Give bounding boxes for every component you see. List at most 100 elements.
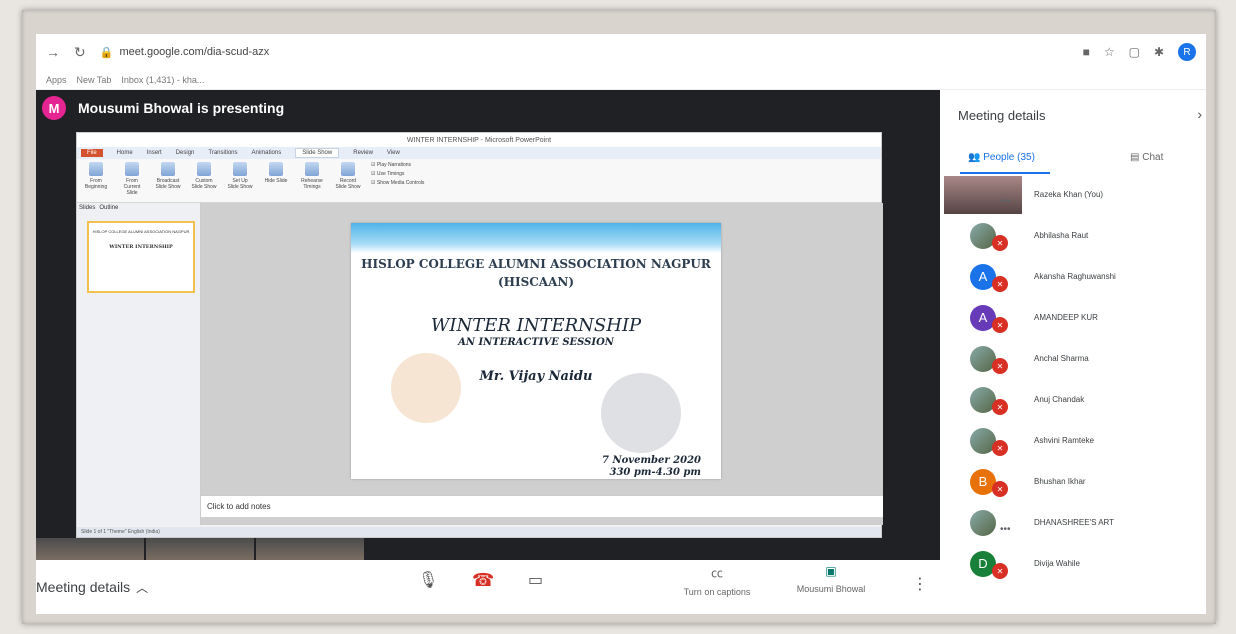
tab-chat[interactable]: ▤ Chat <box>1130 152 1163 163</box>
participant-name: Anchal Sharma <box>1034 354 1089 363</box>
bookmark-new-tab[interactable]: New Tab <box>77 75 112 85</box>
more-options-icon[interactable]: ⋮ <box>912 574 928 594</box>
from-current-button[interactable]: From Current Slide <box>119 162 145 199</box>
ppt-tab-insert[interactable]: Insert <box>147 150 162 156</box>
ppt-ribbon-tabs: File Home Insert Design Transitions Anim… <box>77 147 881 159</box>
meeting-details-button[interactable]: Meeting details <box>36 579 130 595</box>
participant-item[interactable]: ✕ Ashvini Ramteke <box>940 420 1206 461</box>
powerpoint-window: WINTER INTERNSHIP - Microsoft PowerPoint… <box>76 132 883 538</box>
presenting-text: Mousumi Bhowal is presenting <box>78 100 285 116</box>
camera-icon[interactable]: ▭ <box>528 570 543 590</box>
participant-video-thumb <box>944 175 1022 214</box>
slide-thumbnail[interactable]: HISLOP COLLEGE ALUMNI ASSOCIATION NAGPUR… <box>87 221 195 293</box>
chevron-up-icon[interactable]: ︿ <box>136 579 148 596</box>
from-beginning-button[interactable]: From Beginning <box>83 162 109 199</box>
panel-title: Meeting details <box>958 108 1046 123</box>
slides-tab[interactable]: Slides <box>79 205 95 211</box>
rehearse-button[interactable]: Rehearse Timings <box>299 162 325 199</box>
thumb-main: WINTER INTERNSHIP <box>109 244 173 250</box>
ppt-tab-slide-show[interactable]: Slide Show <box>295 148 340 158</box>
ppt-workspace: Slides Outline HISLOP COLLEGE ALUMNI ASS… <box>77 203 883 525</box>
thumb-title: HISLOP COLLEGE ALUMNI ASSOCIATION NAGPUR <box>92 229 190 234</box>
slide-thumbnails-pane: Slides Outline HISLOP COLLEGE ALUMNI ASS… <box>77 203 201 525</box>
slide-editor: HISLOP COLLEGE ALUMNI ASSOCIATION NAGPUR… <box>201 203 883 525</box>
reload-icon[interactable]: ↻ <box>74 44 86 61</box>
custom-show-button[interactable]: Custom Slide Show <box>191 162 217 199</box>
slideshow-icon <box>89 162 103 176</box>
extension-icon[interactable]: ▢ <box>1129 45 1140 59</box>
bookmark-apps[interactable]: Apps <box>46 75 67 85</box>
participant-item[interactable]: A ✕ Akansha Raghuwanshi <box>940 256 1206 297</box>
participant-list: ••• Razeka Khan (You) ✕ Abhilasha Raut A ✕ Aka… <box>940 174 1206 584</box>
slide-decoration <box>601 373 681 453</box>
profile-avatar[interactable]: R <box>1178 43 1196 61</box>
address-bar[interactable]: meet.google.com/dia-scud-azx <box>119 46 269 58</box>
media-controls-checkbox[interactable]: Show Media Controls <box>371 180 451 186</box>
record-button[interactable]: Record Slide Show <box>335 162 361 199</box>
participant-item[interactable]: ••• Razeka Khan (You) <box>940 174 1206 215</box>
ppt-ribbon: From Beginning From Current Slide Broadc… <box>77 159 881 203</box>
participant-item[interactable]: B ✕ Bhushan Ikhar <box>940 461 1206 502</box>
browser-toolbar: → ↻ 🔒 meet.google.com/dia-scud-azx ■ ☆ ▢… <box>36 34 1206 70</box>
play-narrations-checkbox[interactable]: Play Narrations <box>371 162 451 168</box>
mic-off-icon: ✕ <box>992 276 1008 292</box>
video-tile[interactable] <box>256 538 366 560</box>
record-icon <box>341 162 355 176</box>
ppt-tab-home[interactable]: Home <box>117 150 133 156</box>
setup-button[interactable]: Set Up Slide Show <box>227 162 253 199</box>
outline-tab[interactable]: Outline <box>99 205 118 211</box>
forward-icon[interactable]: → <box>46 44 60 60</box>
participant-item[interactable]: ✕ Anuj Chandak <box>940 379 1206 420</box>
slide-main-heading: WINTER INTERNSHIP <box>430 315 642 336</box>
participant-item[interactable]: D ✕ Divija Wahile <box>940 543 1206 584</box>
captions-button[interactable]: ㏄ Turn on captions <box>672 564 762 597</box>
hide-slide-button[interactable]: Hide Slide <box>263 162 289 199</box>
ppt-tab-design[interactable]: Design <box>176 150 195 156</box>
ppt-tab-file[interactable]: File <box>81 149 103 157</box>
participant-item[interactable]: A ✕ AMANDEEP KUR <box>940 297 1206 338</box>
custom-icon <box>197 162 211 176</box>
chevron-right-icon[interactable]: › <box>1197 106 1202 122</box>
more-dots-icon: ••• <box>1000 196 1011 207</box>
bookmarks-bar: Apps New Tab Inbox (1,431) - kha... <box>36 70 1206 90</box>
hide-icon <box>269 162 283 176</box>
panel-tabs: 👥 People (35) ▤ Chat <box>940 146 1206 174</box>
star-icon[interactable]: ☆ <box>1104 45 1115 59</box>
participant-item[interactable]: ••• DHANASHREE'S ART <box>940 502 1206 543</box>
microphone-icon[interactable]: 🎙 <box>418 570 438 590</box>
slide-subheading: AN INTERACTIVE SESSION <box>458 337 614 348</box>
current-slide[interactable]: HISLOP COLLEGE ALUMNI ASSOCIATION NAGPUR… <box>351 223 721 479</box>
presenter-button[interactable]: ▣ Mousumi Bhowal <box>786 564 876 594</box>
ppt-tab-review[interactable]: Review <box>353 150 373 156</box>
notes-field[interactable]: Click to add notes <box>201 495 883 517</box>
ppt-tab-view[interactable]: View <box>387 150 400 156</box>
slide-decoration <box>391 353 461 423</box>
meet-bottom-bar: Meeting details ︿ 🎙 ☎ ▭ ㏄ Turn on captio… <box>36 560 940 614</box>
participant-item[interactable]: ✕ Abhilasha Raut <box>940 215 1206 256</box>
mic-off-icon: ✕ <box>992 317 1008 333</box>
ppt-tab-transitions[interactable]: Transitions <box>208 150 237 156</box>
participant-video-strip <box>36 538 366 560</box>
ribbon-checkboxes: Play Narrations Use Timings Show Media C… <box>371 162 451 199</box>
puzzle-icon[interactable]: ✱ <box>1154 45 1164 59</box>
use-timings-checkbox[interactable]: Use Timings <box>371 171 451 177</box>
participant-item[interactable]: ✕ Anchal Sharma <box>940 338 1206 379</box>
tab-people[interactable]: 👥 People (35) <box>968 152 1035 163</box>
participant-avatar <box>970 509 996 536</box>
mic-off-icon: ✕ <box>992 399 1008 415</box>
participant-name: Ashvini Ramteke <box>1034 436 1095 445</box>
participant-name: Abhilasha Raut <box>1034 231 1089 240</box>
ppt-tab-animations[interactable]: Animations <box>252 150 282 156</box>
participant-name: Bhushan Ikhar <box>1034 477 1086 486</box>
slide-wave-header <box>351 223 721 253</box>
participant-name: Akansha Raghuwanshi <box>1034 272 1116 281</box>
camera-icon[interactable]: ■ <box>1083 45 1090 59</box>
slide-date: 7 November 2020 330 pm-4.30 pm <box>602 455 701 478</box>
hang-up-icon[interactable]: ☎ <box>472 570 494 591</box>
bookmark-inbox[interactable]: Inbox (1,431) - kha... <box>121 75 204 85</box>
video-tile[interactable] <box>36 538 146 560</box>
lock-icon[interactable]: 🔒 <box>100 46 114 59</box>
screen: → ↻ 🔒 meet.google.com/dia-scud-azx ■ ☆ ▢… <box>36 34 1206 614</box>
broadcast-button[interactable]: Broadcast Slide Show <box>155 162 181 199</box>
video-tile[interactable] <box>146 538 256 560</box>
